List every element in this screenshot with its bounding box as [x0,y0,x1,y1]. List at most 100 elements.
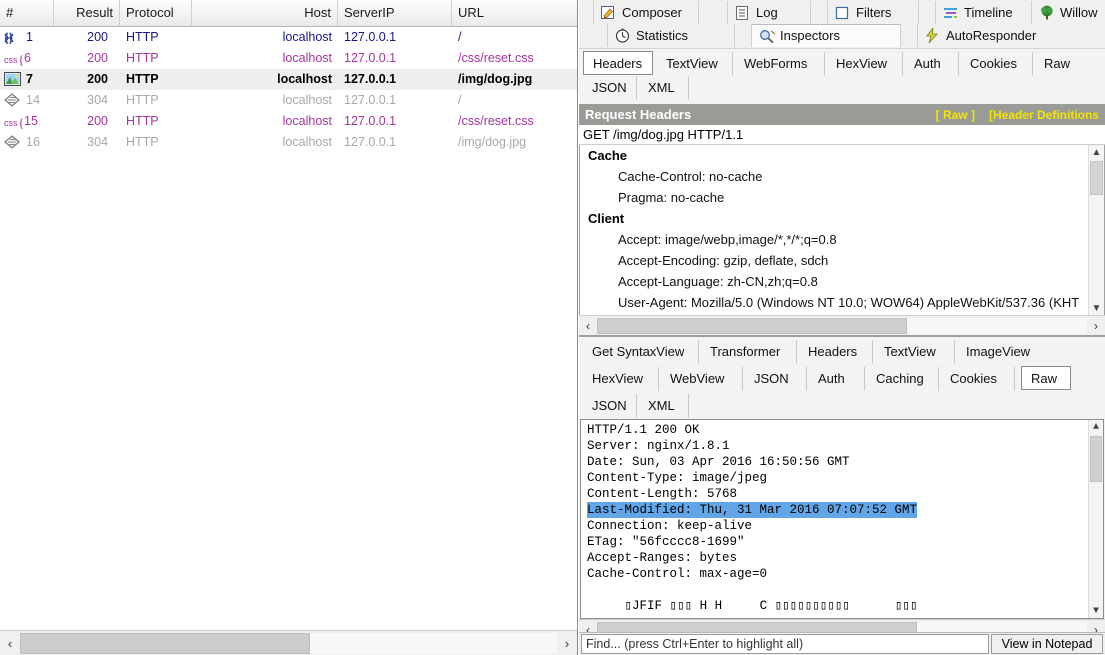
column-header-serverip[interactable]: ServerIP [338,0,452,26]
scroll-left-icon[interactable]: ‹ [0,632,20,655]
tab-response-raw[interactable]: Raw [1021,366,1071,390]
headers-horizontal-scrollbar[interactable]: ‹ › [579,315,1105,335]
request-line: GET /img/dog.jpg HTTP/1.1 [579,125,1105,145]
scroll-down-icon[interactable]: ▼ [1089,301,1104,315]
scroll-up-icon[interactable]: ▲ [1089,420,1103,434]
header-item[interactable]: Cache-Control: no-cache [580,166,1104,187]
request-inspector-tabs: Headers TextView WebForms HexView Auth C… [579,48,1105,104]
tab-inspectors[interactable]: Inspectors [751,24,901,47]
tab-response-json[interactable]: JSON [745,367,807,391]
header-item[interactable]: Accept-Encoding: gzip, deflate, sdch [580,250,1104,271]
scrollbar-track[interactable] [597,318,1087,334]
scrollbar-thumb[interactable] [1090,161,1103,195]
search-input[interactable]: Find... (press Ctrl+Enter to highlight a… [581,634,989,654]
tab-response-webview[interactable]: WebView [661,367,743,391]
tab-autoresponder[interactable]: AutoResponder [917,24,1103,47]
tab-willow[interactable]: Willow [1031,1,1105,24]
session-list-horizontal-scrollbar[interactable]: ‹ › [0,630,577,655]
header-group-cache[interactable]: Cache [580,145,1104,166]
cell-url: /img/dog.jpg [452,132,578,153]
tab-response-get-syntaxview[interactable]: Get SyntaxView [583,340,699,364]
tab-response-json-2[interactable]: JSON [583,394,637,418]
tab-request-xml[interactable]: XML [639,76,689,100]
tab-filters[interactable]: Filters [827,1,919,24]
tab-label: Filters [856,2,891,24]
scroll-right-icon[interactable]: › [557,632,577,655]
table-row[interactable]: css { 6 200 HTTP localhost 127.0.0.1 /cs… [0,48,577,69]
cell-host: localhost [192,27,338,48]
table-row[interactable]: 16 304 HTTP localhost 127.0.0.1 /img/dog… [0,132,577,153]
tab-request-auth[interactable]: Auth [905,52,959,76]
cell-serverip: 127.0.0.1 [338,48,430,69]
header-item[interactable]: Accept: image/webp,image/*,*/*;q=0.8 [580,229,1104,250]
tab-statistics[interactable]: Statistics [607,24,735,47]
cell-protocol: HTTP [120,111,192,132]
tab-response-headers[interactable]: Headers [799,340,873,364]
tab-request-textview[interactable]: TextView [657,52,733,76]
column-header-result[interactable]: Result [54,0,120,26]
raw-line: Content-Length: 5768 [587,486,1103,502]
scrollbar-track[interactable] [20,633,557,654]
column-header-host[interactable]: Host [192,0,338,26]
header-definitions-link[interactable]: [Header Definitions [989,108,1099,122]
cell-num: 1 [0,27,54,48]
tab-response-imageview[interactable]: ImageView [957,340,1047,364]
raw-link[interactable]: [ Raw ] [936,108,975,122]
tab-label: Inspectors [780,25,840,47]
tab-request-raw[interactable]: Raw [1035,52,1087,76]
header-item[interactable]: Pragma: no-cache [580,187,1104,208]
cell-url: /css/reset.css [452,111,578,132]
tab-response-cookies[interactable]: Cookies [941,367,1015,391]
tab-request-headers[interactable]: Headers [583,51,653,75]
column-header-num[interactable]: # [0,0,54,26]
tab-request-json[interactable]: JSON [583,76,637,100]
cell-protocol: HTTP [120,90,192,111]
header-item[interactable]: Accept-Language: zh-CN,zh;q=0.8 [580,271,1104,292]
tab-response-auth[interactable]: Auth [809,367,865,391]
table-row[interactable]: 7 200 HTTP localhost 127.0.0.1 /img/dog.… [0,69,577,90]
tab-request-webforms[interactable]: WebForms [735,52,825,76]
scroll-down-icon[interactable]: ▼ [1089,604,1103,618]
raw-response-view[interactable]: HTTP/1.1 200 OK Server: nginx/1.8.1 Date… [580,419,1104,619]
cell-host: localhost [192,111,338,132]
table-row[interactable]: 14 304 HTTP localhost 127.0.0.1 / [0,90,577,111]
cell-host: localhost [192,132,338,153]
raw-line: Cache-Control: max-age=0 [587,566,1103,582]
view-in-notepad-button[interactable]: View in Notepad [991,634,1103,654]
scrollbar-thumb[interactable] [1090,436,1102,482]
table-row[interactable]: css { 15 200 HTTP localhost 127.0.0.1 /c… [0,111,577,132]
raw-line: ETag: "56fcccc8-1699" [587,534,1103,550]
headers-vertical-scrollbar[interactable]: ▲ ▼ [1088,145,1104,315]
cell-result: 304 [54,90,114,111]
tab-response-hexview[interactable]: HexView [583,367,659,391]
header-group-client[interactable]: Client [580,208,1104,229]
cell-num: 7 [0,69,54,90]
tab-log[interactable]: Log [727,1,811,24]
table-row[interactable]: ⟨⟩ 1 200 HTTP localhost 127.0.0.1 / [0,27,577,48]
scroll-up-icon[interactable]: ▲ [1089,145,1104,159]
raw-line: Server: nginx/1.8.1 [587,438,1103,454]
main-tab-strip: Composer Log [579,0,1105,48]
scroll-left-icon[interactable]: ‹ [579,317,597,335]
column-header-protocol[interactable]: Protocol [120,0,192,26]
raw-vertical-scrollbar[interactable]: ▲ ▼ [1088,420,1103,618]
scrollbar-thumb[interactable] [20,633,310,654]
tab-response-xml[interactable]: XML [639,394,689,418]
inspectors-magnifier-icon [759,29,775,44]
statistics-clock-icon [615,28,631,43]
scrollbar-thumb[interactable] [597,318,907,334]
cell-result: 304 [54,132,114,153]
tab-timeline[interactable]: Timeline [935,1,1039,24]
column-header-url[interactable]: URL [452,0,578,26]
tab-request-hexview[interactable]: HexView [827,52,903,76]
tab-composer[interactable]: Composer [593,1,699,24]
tab-response-transformer[interactable]: Transformer [701,340,797,364]
raw-line: Accept-Ranges: bytes [587,550,1103,566]
header-item[interactable]: User-Agent: Mozilla/5.0 (Windows NT 10.0… [580,292,1104,313]
scroll-right-icon[interactable]: › [1087,317,1105,335]
tab-request-cookies[interactable]: Cookies [961,52,1033,76]
response-inspector-tabs: Get SyntaxView Transformer Headers TextV… [579,335,1105,419]
raw-line: ▯▯▯▯ [587,614,1103,619]
tab-response-caching[interactable]: Caching [867,367,939,391]
tab-response-textview[interactable]: TextView [875,340,955,364]
